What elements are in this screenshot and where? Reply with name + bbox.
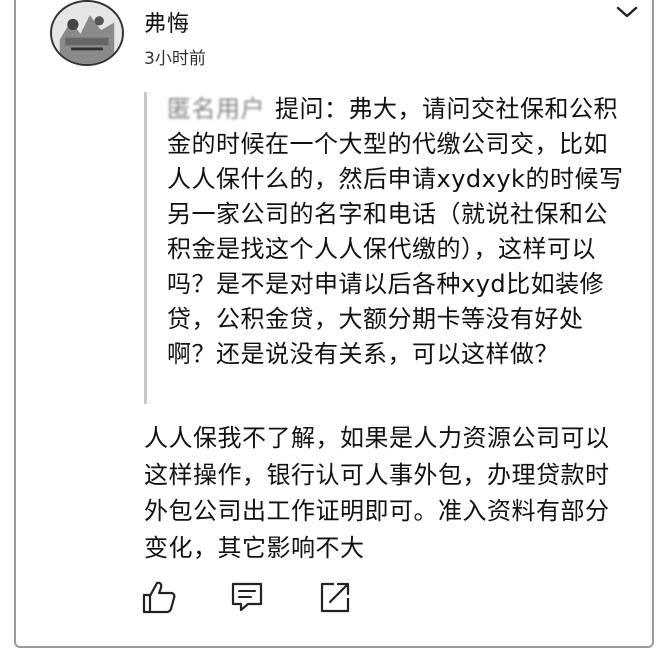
quote-username[interactable]: 匿名用户 <box>167 95 265 123</box>
share-icon[interactable] <box>316 578 354 616</box>
thumbs-up-icon[interactable] <box>140 578 178 616</box>
post-time: 3小时前 <box>144 49 206 69</box>
post-card: 弗悔 3小时前 匿名用户 提问：弗大，请问交社保和公积金的时候在一个大型的代缴公司… <box>14 0 654 648</box>
chevron-down-icon[interactable] <box>612 2 642 22</box>
quote-text: 提问：弗大，请问交社保和公积金的时候在一个大型的代缴公司交，比如人人保什么的，然… <box>167 95 624 368</box>
comment-icon[interactable] <box>228 578 266 616</box>
answer-text: 人人保我不了解，如果是人力资源公司可以这样操作，银行认可人事外包，办理贷款时外包… <box>144 424 610 562</box>
quoted-question: 匿名用户 提问：弗大，请问交社保和公积金的时候在一个大型的代缴公司交，比如人人保什… <box>144 92 628 404</box>
quote-body: 匿名用户 提问：弗大，请问交社保和公积金的时候在一个大型的代缴公司交，比如人人保什… <box>167 92 628 372</box>
avatar[interactable] <box>50 0 124 66</box>
author-name[interactable]: 弗悔 <box>144 6 190 38</box>
